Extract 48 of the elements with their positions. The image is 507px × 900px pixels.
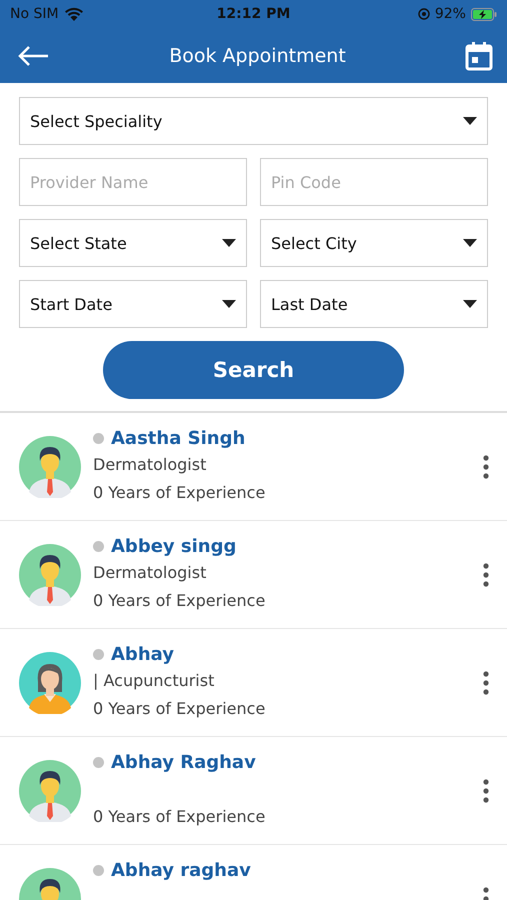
start-date-dropdown[interactable]: Start Date xyxy=(19,280,247,328)
battery-percent: 92% xyxy=(434,6,466,22)
experience-text: 0 Years of Experience xyxy=(93,699,266,718)
pin-code-field[interactable]: Pin Code xyxy=(260,158,488,206)
back-button[interactable] xyxy=(18,46,50,66)
more-options-icon[interactable] xyxy=(483,454,489,478)
more-options-icon[interactable] xyxy=(483,778,489,802)
dropdown-caret-icon xyxy=(222,300,236,308)
doctor-list-item[interactable]: Abhay raghav xyxy=(0,845,507,900)
dropdown-caret-icon xyxy=(463,239,477,247)
back-arrow-icon xyxy=(18,46,50,66)
dropdown-caret-icon xyxy=(463,300,477,308)
doctor-list-item[interactable]: Abhay Raghav 0 Years of Experience xyxy=(0,737,507,845)
provider-name-field[interactable]: Provider Name xyxy=(19,158,247,206)
doctor-speciality: | Acupuncturist xyxy=(93,671,214,690)
more-options-icon[interactable] xyxy=(483,670,489,694)
male-avatar-icon xyxy=(19,760,81,822)
last-date-dropdown[interactable]: Last Date xyxy=(260,280,488,328)
carrier-text: No SIM xyxy=(10,6,59,22)
experience-text: 0 Years of Experience xyxy=(93,807,266,826)
calendar-icon xyxy=(465,40,493,70)
clock-time: 12:12 PM xyxy=(216,6,290,22)
male-avatar-icon xyxy=(19,436,81,498)
doctor-list-item[interactable]: Abbey singg Dermatologist 0 Years of Experience xyxy=(0,521,507,629)
battery-charging-icon xyxy=(470,8,497,20)
doctor-list-item[interactable]: Aastha Singh Dermatologist 0 Years of Experience xyxy=(0,413,507,521)
search-button[interactable]: Search xyxy=(103,341,404,399)
calendar-button[interactable] xyxy=(465,40,493,70)
doctor-name: Abhay xyxy=(111,644,174,665)
experience-text: 0 Years of Experience xyxy=(93,591,266,610)
more-options-icon[interactable] xyxy=(483,562,489,586)
wifi-icon xyxy=(64,7,84,21)
doctor-name: Aastha Singh xyxy=(111,428,246,449)
speciality-dropdown[interactable]: Select Speciality xyxy=(19,97,488,145)
dropdown-caret-icon xyxy=(463,117,477,125)
doctor-list-item[interactable]: Abhay | Acupuncturist 0 Years of Experience xyxy=(0,629,507,737)
doctor-name: Abbey singg xyxy=(111,536,236,557)
experience-text: 0 Years of Experience xyxy=(93,483,266,502)
screen-title: Book Appointment xyxy=(169,44,346,66)
female-avatar-icon xyxy=(19,652,81,714)
doctor-speciality: Dermatologist xyxy=(93,455,206,474)
state-dropdown[interactable]: Select State xyxy=(19,219,247,267)
city-dropdown[interactable]: Select City xyxy=(260,219,488,267)
male-avatar-icon xyxy=(19,544,81,606)
doctor-speciality: Dermatologist xyxy=(93,563,206,582)
doctor-name: Abhay Raghav xyxy=(111,752,256,773)
dropdown-caret-icon xyxy=(222,239,236,247)
doctor-name: Abhay raghav xyxy=(111,860,251,881)
